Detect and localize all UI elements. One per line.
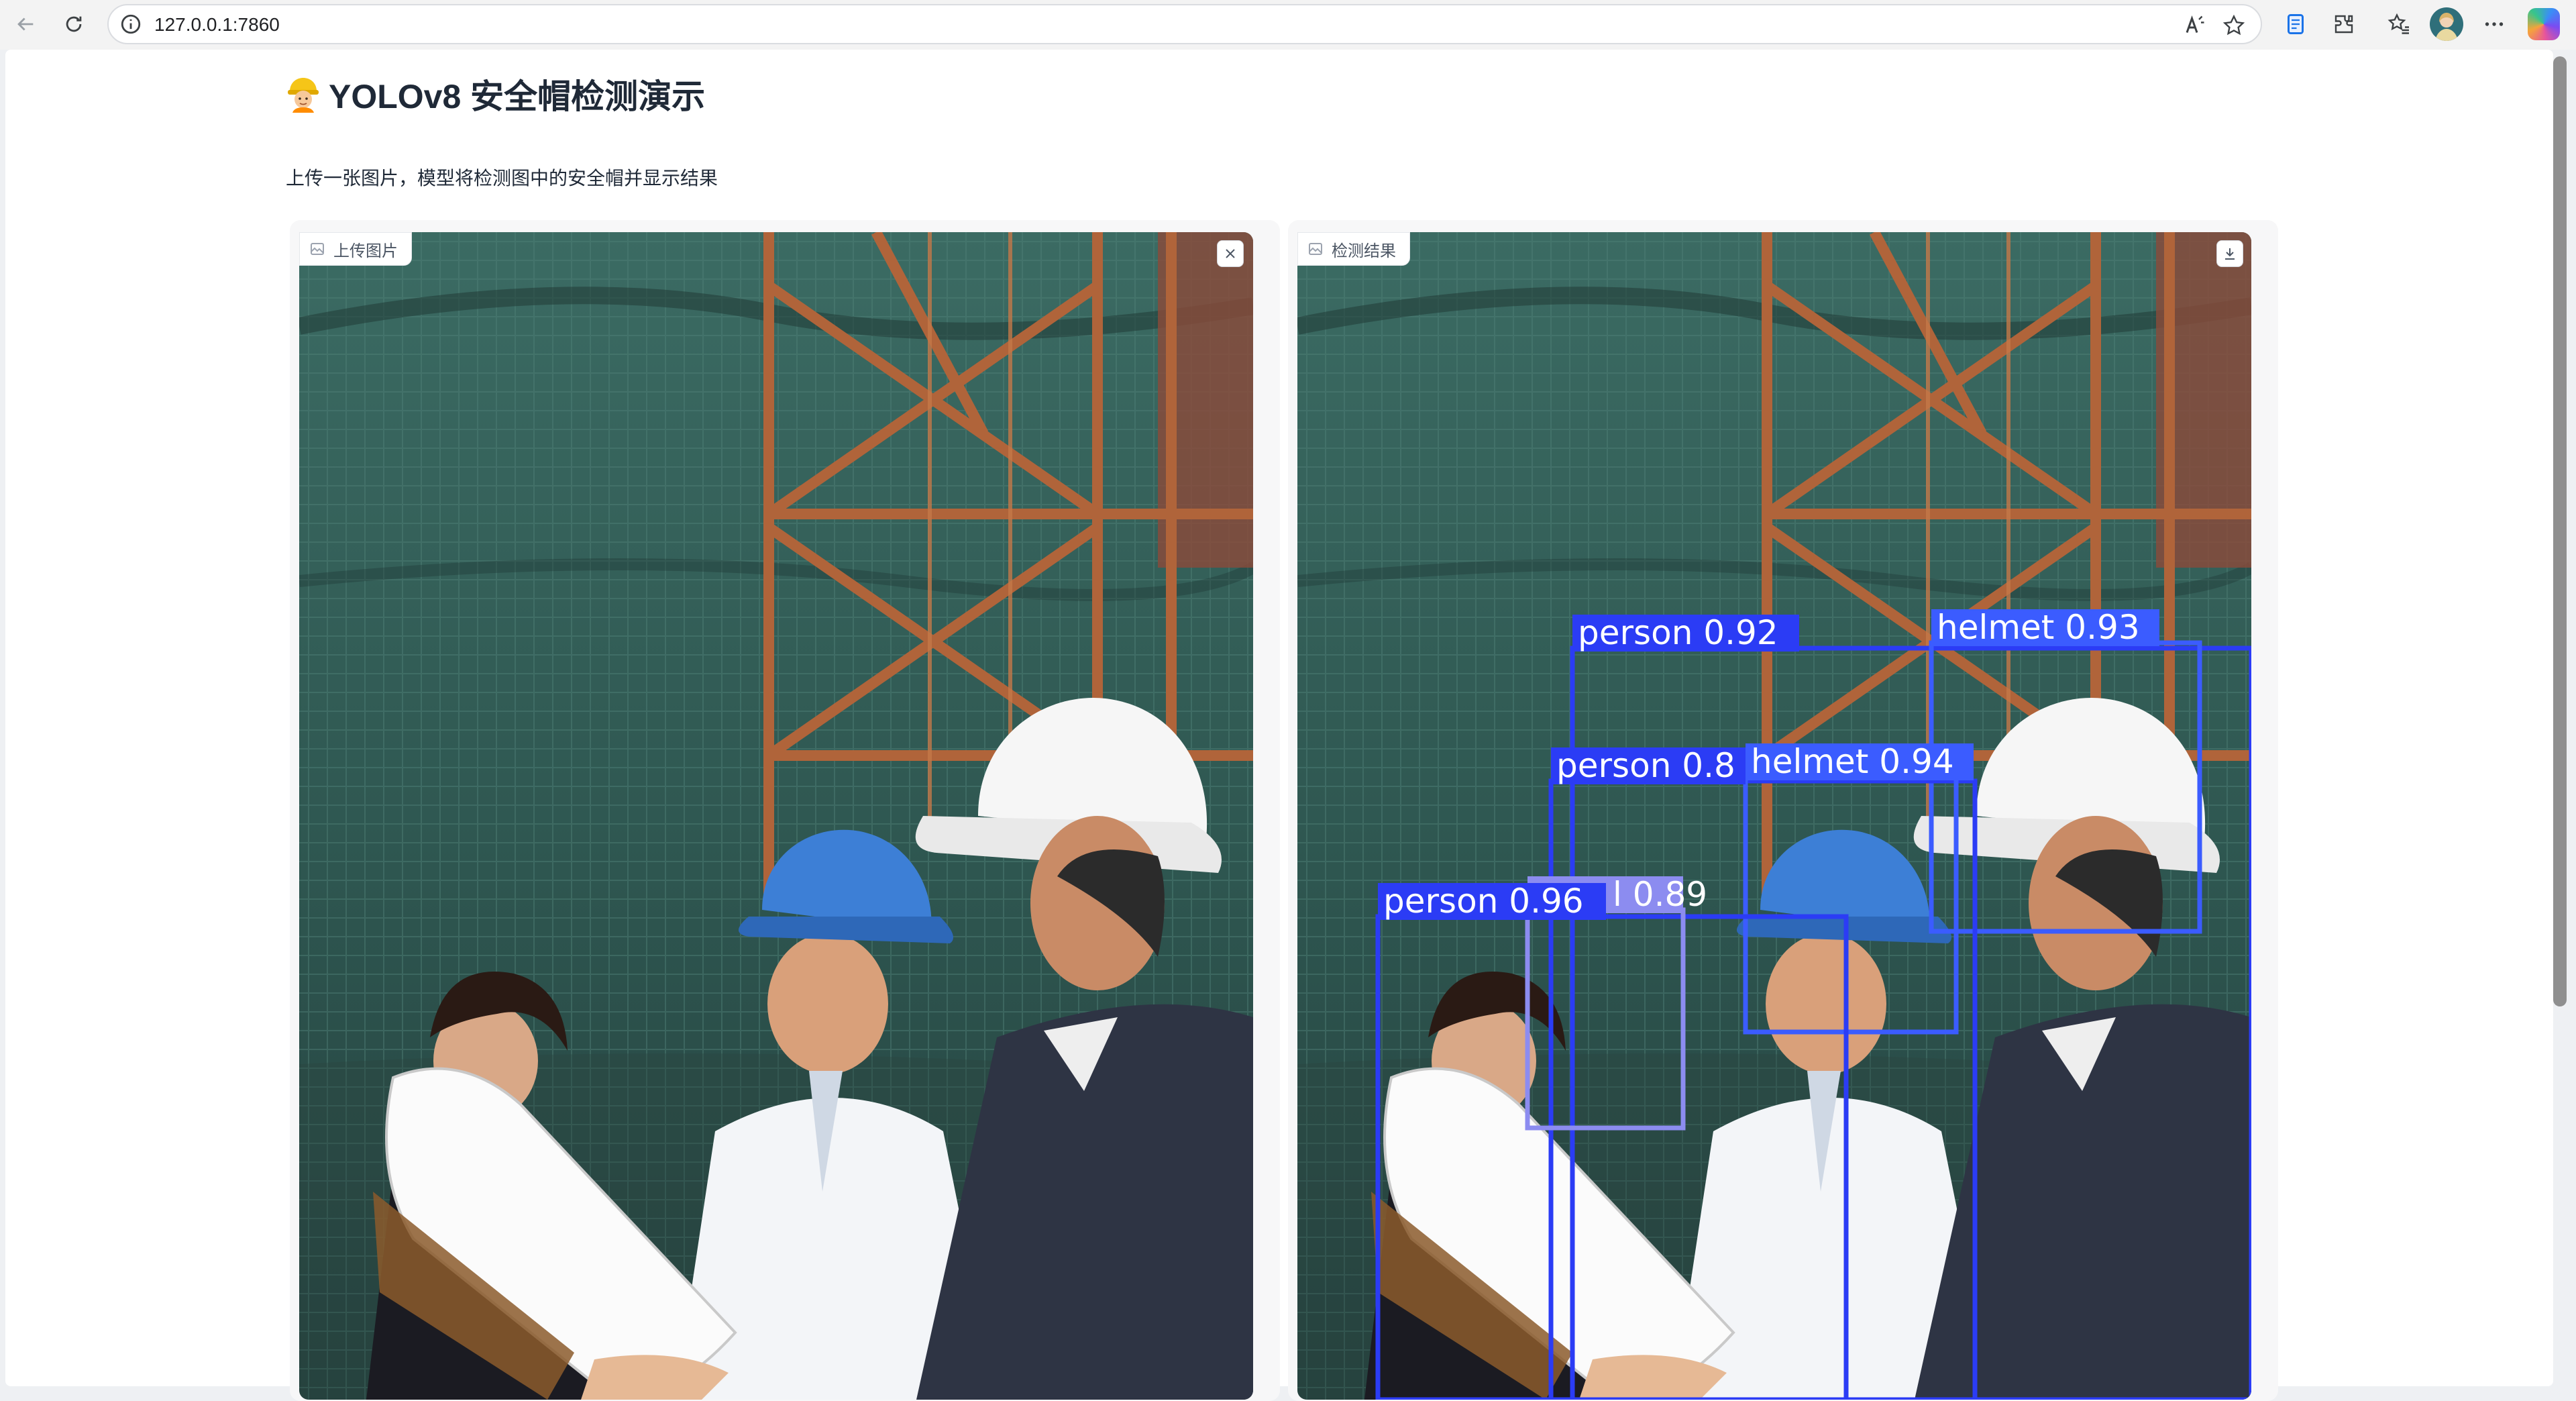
info-icon[interactable] [119, 13, 142, 36]
page-subtitle: 上传一张图片，模型将检测图中的安全帽并显示结果 [286, 168, 718, 189]
construction-worker-emoji [288, 78, 319, 113]
image-icon [311, 243, 324, 255]
detection-label: helmet 0.94 [1751, 742, 1954, 781]
detection-label: helmet 0.93 [1937, 608, 2140, 647]
copilot-icon[interactable] [2528, 8, 2560, 40]
detection-label: l 0.89 [1613, 875, 1707, 914]
input-image-frame[interactable] [299, 232, 1253, 1400]
back-icon[interactable] [11, 9, 40, 39]
input-image-panel: 上传图片 [290, 220, 1280, 1401]
favorites-icon[interactable] [2384, 9, 2414, 39]
detection-photo: person 0.92 helmet 0.93 person 0.8 helme… [1297, 232, 2251, 1400]
output-image-frame: person 0.92 helmet 0.93 person 0.8 helme… [1297, 232, 2251, 1400]
output-image-label-text: 检测结果 [1332, 242, 1396, 260]
input-image-label: 上传图片 [299, 232, 412, 266]
favorite-star-icon[interactable] [2222, 13, 2246, 38]
scrollbar[interactable] [2553, 56, 2567, 1006]
uploaded-photo [299, 232, 1253, 1400]
image-icon [1309, 243, 1322, 255]
close-icon [1226, 249, 1235, 258]
output-image-panel: person 0.92 helmet 0.93 person 0.8 helme… [1288, 220, 2278, 1401]
download-icon [2225, 248, 2235, 260]
read-aloud-icon[interactable] [2183, 13, 2207, 38]
page-title-text: YOLOv8 安全帽检测演示 [329, 78, 706, 115]
url-text: 127.0.0.1:7860 [154, 14, 280, 35]
profile-avatar[interactable] [2430, 7, 2463, 41]
more-icon[interactable] [2479, 9, 2509, 39]
browser-toolbar: 127.0.0.1:7860 [0, 0, 2576, 50]
reload-icon[interactable] [59, 9, 89, 39]
address-bar[interactable]: 127.0.0.1:7860 [107, 4, 2262, 44]
detection-label: person 0.8 [1556, 746, 1735, 785]
page-title: YOLOv8 安全帽检测演示 [286, 70, 705, 118]
extensions-icon[interactable] [2329, 9, 2359, 39]
output-image-label: 检测结果 [1297, 232, 1410, 266]
input-image-label-text: 上传图片 [333, 242, 398, 260]
download-image-button[interactable] [2216, 240, 2243, 267]
detection-label: person 0.96 [1383, 882, 1584, 921]
reading-view-icon[interactable] [2281, 9, 2310, 39]
detection-label: person 0.92 [1578, 613, 1778, 652]
clear-image-button[interactable] [1217, 240, 1244, 267]
